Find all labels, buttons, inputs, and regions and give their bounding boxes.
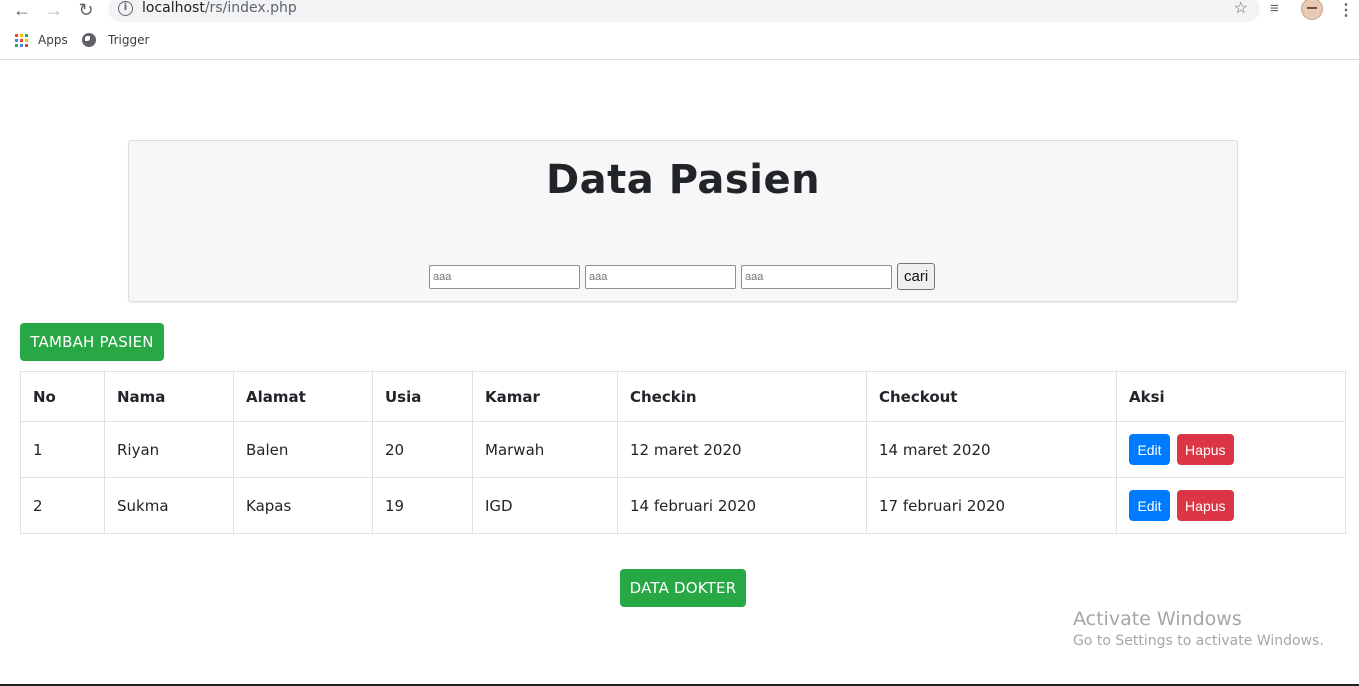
cell-kamar: Marwah: [472, 421, 618, 478]
table-row: 2 Sukma Kapas 19 IGD 14 februari 2020 17…: [20, 477, 1346, 534]
cell-checkin: 14 februari 2020: [617, 477, 867, 534]
url-host: localhost: [142, 0, 205, 16]
browser-toolbar: ← → ↻ i localhost/rs/index.php ☆ ≡ ⋮ App…: [0, 0, 1359, 60]
activation-watermark: Activate Windows Go to Settings to activ…: [1073, 608, 1324, 649]
bookmark-trigger[interactable]: Trigger: [82, 33, 149, 47]
cell-no: 1: [20, 421, 105, 478]
delete-button[interactable]: Hapus: [1176, 490, 1234, 521]
column-header-aksi: Aksi: [1116, 371, 1346, 422]
patient-table: No Nama Alamat Usia Kamar Checkin Checko…: [20, 371, 1346, 534]
search-input-1[interactable]: [429, 264, 580, 289]
column-header-nama: Nama: [104, 371, 234, 422]
watermark-subtitle: Go to Settings to activate Windows.: [1073, 633, 1324, 649]
globe-icon: [82, 33, 96, 47]
search-input-3[interactable]: [741, 264, 892, 289]
table-row: 1 Riyan Balen 20 Marwah 12 maret 2020 14…: [20, 421, 1346, 478]
header-panel: Data Pasien cari: [128, 140, 1238, 302]
more-menu-icon[interactable]: ⋮: [1338, 0, 1354, 20]
cell-kamar: IGD: [472, 477, 618, 534]
bookmark-label: Apps: [38, 33, 68, 47]
cell-checkout: 17 februari 2020: [866, 477, 1117, 534]
column-header-checkout: Checkout: [866, 371, 1117, 422]
cell-nama: Riyan: [104, 421, 234, 478]
reload-icon[interactable]: ↻: [75, 0, 97, 20]
url-text[interactable]: localhost/rs/index.php: [142, 0, 297, 16]
table-header-row: No Nama Alamat Usia Kamar Checkin Checko…: [20, 371, 1346, 422]
search-form: cari: [429, 263, 936, 290]
add-patient-button[interactable]: TAMBAH PASIEN: [20, 323, 164, 361]
apps-grid-icon: [15, 33, 28, 47]
doctor-data-button[interactable]: DATA DOKTER: [620, 569, 746, 607]
address-bar[interactable]: i localhost/rs/index.php ☆: [108, 0, 1260, 22]
edit-button[interactable]: Edit: [1129, 490, 1170, 521]
edit-button[interactable]: Edit: [1129, 434, 1170, 465]
avatar[interactable]: [1301, 0, 1323, 20]
cell-usia: 20: [372, 421, 473, 478]
page-title: Data Pasien: [545, 157, 821, 203]
cell-alamat: Balen: [233, 421, 373, 478]
bookmark-star-icon[interactable]: ☆: [1234, 0, 1248, 18]
column-header-checkin: Checkin: [617, 371, 867, 422]
search-button[interactable]: cari: [897, 263, 936, 290]
column-header-usia: Usia: [372, 371, 473, 422]
cell-aksi: Edit Hapus: [1116, 421, 1346, 478]
cell-checkout: 14 maret 2020: [866, 421, 1117, 478]
back-arrow-icon[interactable]: ←: [11, 0, 33, 20]
media-queue-icon[interactable]: ≡: [1270, 0, 1279, 17]
cell-alamat: Kapas: [233, 477, 373, 534]
column-header-alamat: Alamat: [233, 371, 373, 422]
column-header-no: No: [20, 371, 105, 422]
delete-button[interactable]: Hapus: [1176, 434, 1234, 465]
column-header-kamar: Kamar: [472, 371, 618, 422]
url-path: /rs/index.php: [204, 0, 297, 16]
watermark-title: Activate Windows: [1073, 608, 1242, 630]
cell-usia: 19: [372, 477, 473, 534]
cell-aksi: Edit Hapus: [1116, 477, 1346, 534]
forward-arrow-icon[interactable]: →: [43, 0, 65, 20]
info-icon[interactable]: i: [118, 1, 133, 16]
bookmark-label: Trigger: [108, 33, 150, 47]
cell-no: 2: [20, 477, 105, 534]
cell-checkin: 12 maret 2020: [617, 421, 867, 478]
search-input-2[interactable]: [585, 264, 736, 289]
bookmark-apps[interactable]: Apps: [15, 33, 68, 47]
cell-nama: Sukma: [104, 477, 234, 534]
